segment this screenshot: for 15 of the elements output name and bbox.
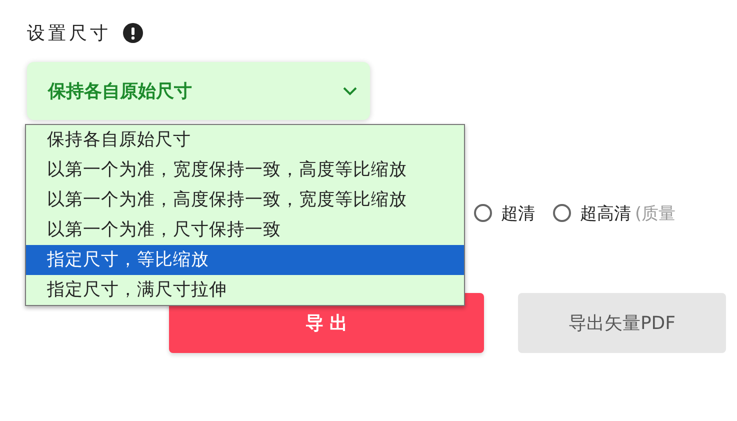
info-icon bbox=[123, 23, 143, 43]
section-label: 设置尺寸 bbox=[27, 22, 111, 45]
radio-button[interactable] bbox=[474, 204, 492, 222]
radio-button[interactable] bbox=[553, 204, 571, 222]
chevron-icon bbox=[342, 86, 358, 96]
size-dropdown[interactable]: 保持各自原始尺寸 bbox=[27, 62, 370, 120]
export-pdf-button[interactable]: 导出矢量PDF bbox=[518, 293, 726, 353]
radio-note: (质量 bbox=[635, 202, 676, 224]
radio-label: 超高清 bbox=[580, 202, 631, 224]
dropdown-option[interactable]: 指定尺寸，等比缩放 bbox=[26, 245, 464, 275]
dropdown-option[interactable]: 以第一个为准，尺寸保持一致 bbox=[26, 215, 464, 245]
dropdown-option[interactable]: 保持各自原始尺寸 bbox=[26, 125, 464, 155]
dropdown-option[interactable]: 以第一个为准，高度保持一致，宽度等比缩放 bbox=[26, 185, 464, 215]
dropdown-option[interactable]: 以第一个为准，宽度保持一致，高度等比缩放 bbox=[26, 155, 464, 185]
radio-label: 超清 bbox=[501, 202, 535, 224]
